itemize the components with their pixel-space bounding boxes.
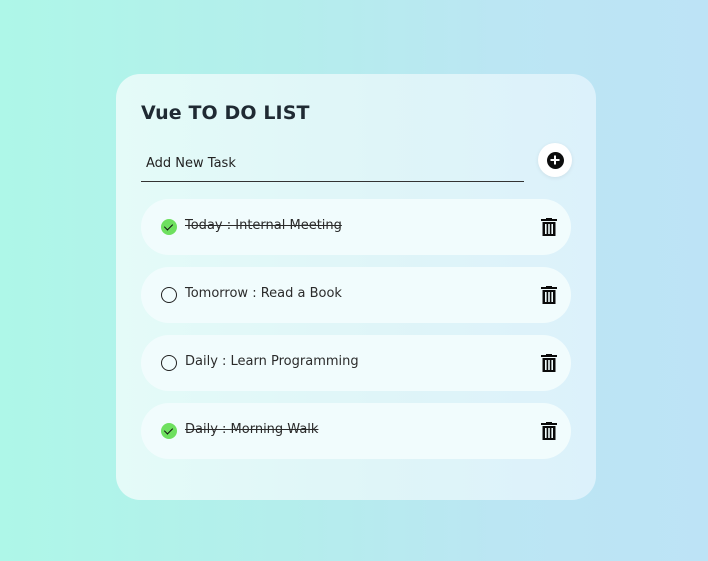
task-list: Today : Internal Meeting Tomorrow : Read… xyxy=(141,199,571,471)
trash-icon[interactable] xyxy=(541,286,557,304)
check-circle-icon[interactable] xyxy=(161,219,177,235)
task-item: Today : Internal Meeting xyxy=(141,199,571,255)
task-item: Daily : Morning Walk xyxy=(141,403,571,459)
empty-circle-icon[interactable] xyxy=(161,287,177,303)
task-item: Daily : Learn Programming xyxy=(141,335,571,391)
todo-card: Vue TO DO LIST Today : Internal Meeting … xyxy=(116,74,596,500)
task-label: Daily : Morning Walk xyxy=(185,422,319,437)
page-title: Vue TO DO LIST xyxy=(141,102,310,124)
task-label: Today : Internal Meeting xyxy=(185,218,342,233)
trash-icon[interactable] xyxy=(541,218,557,236)
check-circle-icon[interactable] xyxy=(161,423,177,439)
add-task-input[interactable] xyxy=(141,146,524,182)
task-label: Daily : Learn Programming xyxy=(185,354,359,369)
task-label: Tomorrow : Read a Book xyxy=(185,286,342,301)
add-task-row xyxy=(141,143,572,186)
trash-icon[interactable] xyxy=(541,422,557,440)
trash-icon[interactable] xyxy=(541,354,557,372)
task-item: Tomorrow : Read a Book xyxy=(141,267,571,323)
add-task-button[interactable] xyxy=(538,143,572,177)
empty-circle-icon[interactable] xyxy=(161,355,177,371)
plus-circle-icon xyxy=(546,151,564,169)
